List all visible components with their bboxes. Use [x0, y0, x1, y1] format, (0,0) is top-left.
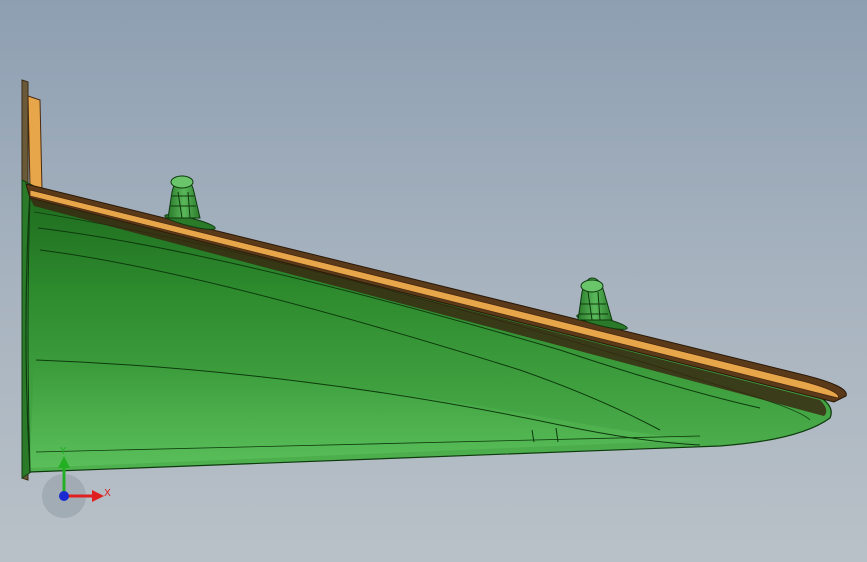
3d-graphics-viewport[interactable]: Y X	[0, 0, 867, 562]
triad-origin	[59, 491, 69, 501]
x-axis-label: X	[104, 488, 111, 499]
coordinate-triad: Y X	[42, 446, 111, 518]
y-axis-label: Y	[59, 446, 67, 457]
